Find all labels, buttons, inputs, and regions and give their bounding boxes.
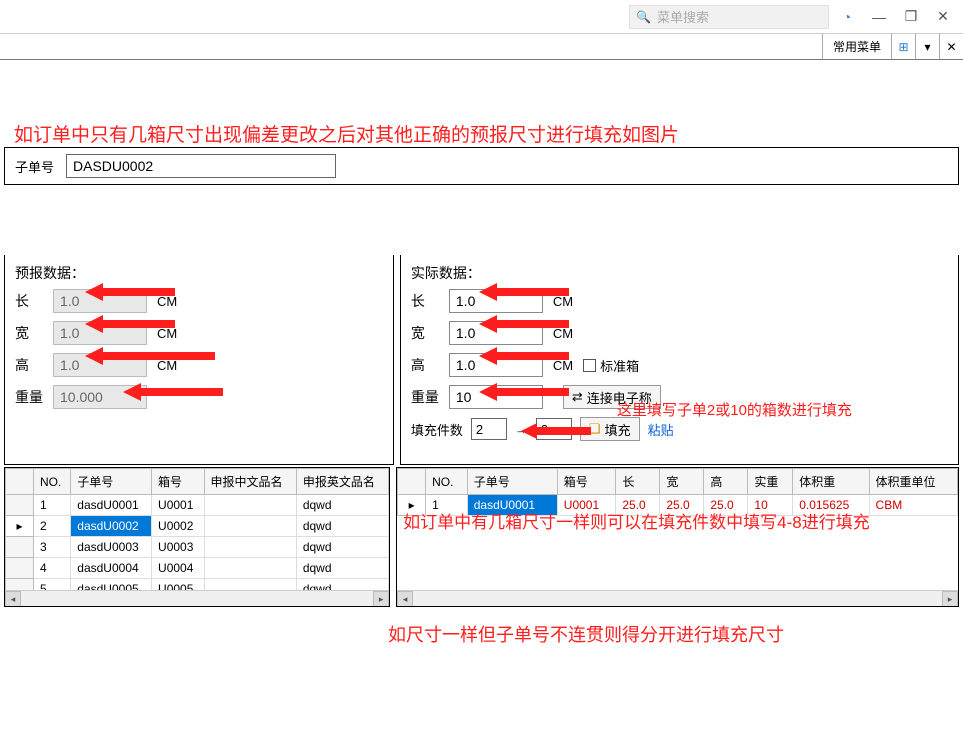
fill-to-input[interactable]	[536, 418, 572, 440]
paste-link[interactable]: 粘贴	[648, 420, 674, 439]
arrow-right-icon: →	[515, 422, 528, 437]
instruction-top: 如订单中只有几箱尺寸出现偏差更改之后对其他正确的预报尺寸进行填充如图片	[0, 60, 963, 147]
left-table[interactable]: NO.子单号箱号申报中文品名申报英文品名 1dasdU0001U0001dqwd…	[5, 468, 389, 600]
weight-label: 重量	[411, 387, 439, 407]
forecast-title: 预报数据：	[15, 263, 383, 283]
minimize-button[interactable]: —	[865, 3, 893, 31]
scrollbar[interactable]: ◂▸	[5, 590, 389, 606]
globe-icon[interactable]: ◔	[833, 3, 861, 31]
cm-unit: CM	[157, 294, 177, 309]
actual-panel: 实际数据： 长 CM 宽 CM 高 CM 标准箱 重量 ⇄连接电子称 填充件数 …	[400, 255, 959, 465]
grid-icon[interactable]: ⊞	[891, 34, 915, 59]
fill-from-input[interactable]	[471, 418, 507, 440]
cm-unit: CM	[157, 358, 177, 373]
weight-label: 重量	[15, 387, 43, 407]
sub-order-input[interactable]	[66, 154, 336, 178]
search-icon: 🔍	[636, 10, 651, 24]
search-placeholder: 菜单搜索	[657, 7, 709, 26]
cm-unit: CM	[553, 326, 573, 341]
table-row[interactable]: 3dasdU0003U0003dqwd	[6, 537, 389, 558]
footer-note: 如尺寸一样但子单号不连贯则得分开进行填充尺寸	[0, 607, 963, 647]
forecast-panel: 预报数据： 长 CM 宽 CM 高 CM 重量	[4, 255, 394, 465]
titlebar: 🔍 菜单搜索 ◔ — ❐ ✕	[0, 0, 963, 34]
actual-note: 这里填写子单2或10的箱数进行填充	[617, 399, 954, 420]
forecast-weight	[53, 385, 147, 409]
height-label: 高	[411, 355, 439, 375]
length-label: 长	[411, 291, 439, 311]
width-label: 宽	[411, 323, 439, 343]
actual-height[interactable]	[449, 353, 543, 377]
dropdown-icon[interactable]: ▾	[915, 34, 939, 59]
actual-title: 实际数据：	[411, 263, 948, 283]
actual-length[interactable]	[449, 289, 543, 313]
right-table-box: NO.子单号箱号长宽高实重体积重体积重单位 ▸1dasdU0001U000125…	[396, 467, 959, 607]
forecast-length	[53, 289, 147, 313]
sub-order-label: 子单号	[15, 157, 54, 176]
standard-box-checkbox[interactable]: 标准箱	[583, 356, 639, 375]
fill-button[interactable]: ❏填充	[580, 417, 640, 441]
close-panel-icon[interactable]: ✕	[939, 34, 963, 59]
table-row[interactable]: 1dasdU0001U0001dqwd	[6, 495, 389, 516]
common-menu-tab[interactable]: 常用菜单	[822, 34, 891, 59]
cm-unit: CM	[157, 326, 177, 341]
sub-toolbar: 常用菜单 ⊞ ▾ ✕	[0, 34, 963, 60]
main-panels: 预报数据： 长 CM 宽 CM 高 CM 重量 实际数据： 长	[0, 255, 963, 465]
actual-width[interactable]	[449, 321, 543, 345]
right-table[interactable]: NO.子单号箱号长宽高实重体积重体积重单位 ▸1dasdU0001U000125…	[397, 468, 958, 516]
length-label: 长	[15, 291, 43, 311]
scale-icon: ⇄	[572, 389, 583, 405]
maximize-button[interactable]: ❐	[897, 3, 925, 31]
menu-search[interactable]: 🔍 菜单搜索	[629, 5, 829, 29]
cm-unit: CM	[553, 358, 573, 373]
fill-count-label: 填充件数	[411, 420, 463, 439]
width-label: 宽	[15, 323, 43, 343]
forecast-height	[53, 353, 147, 377]
right-table-note: 如订单中有几箱尺寸一样则可以在填充件数中填写4-8进行填充	[403, 510, 952, 536]
cm-unit: CM	[553, 294, 573, 309]
left-table-box: NO.子单号箱号申报中文品名申报英文品名 1dasdU0001U0001dqwd…	[4, 467, 390, 607]
height-label: 高	[15, 355, 43, 375]
table-row[interactable]: 4dasdU0004U0004dqwd	[6, 558, 389, 579]
sub-order-row: 子单号	[4, 147, 959, 185]
fill-icon: ❏	[589, 421, 601, 437]
scrollbar[interactable]: ◂▸	[397, 590, 958, 606]
forecast-width	[53, 321, 147, 345]
close-button[interactable]: ✕	[929, 3, 957, 31]
actual-weight[interactable]	[449, 385, 543, 409]
tables-row: NO.子单号箱号申报中文品名申报英文品名 1dasdU0001U0001dqwd…	[0, 467, 963, 607]
table-row[interactable]: ▸2dasdU0002U0002dqwd	[6, 516, 389, 537]
